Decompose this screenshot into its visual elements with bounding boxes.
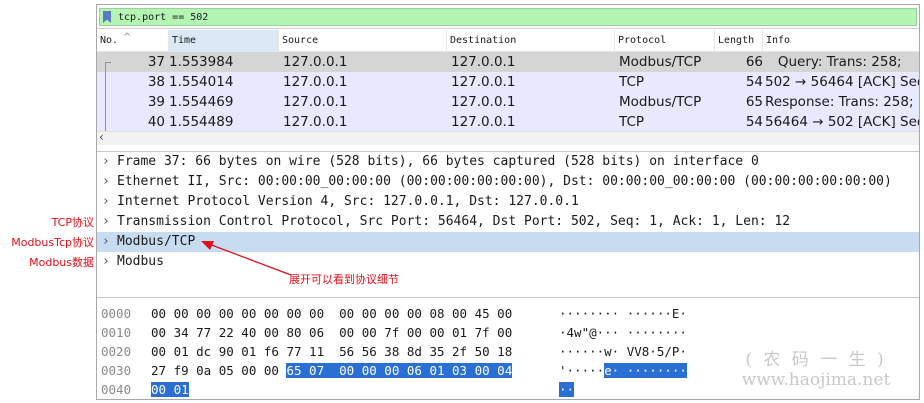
hex-ascii: '·····e· ········ (559, 363, 687, 378)
hex-bytes: 00 34 77 22 40 00 80 06 00 00 7f 00 00 0… (151, 325, 513, 340)
col-source[interactable]: Source (279, 30, 447, 52)
packet-info: Response: Trans: 258; (765, 94, 914, 110)
hex-ascii: ·4w"@··· ········ (559, 325, 687, 340)
label-tcp-protocol: TCP协议 (51, 216, 94, 229)
annotation-text: 展开可以看到协议细节 (289, 273, 399, 286)
detail-ip-row[interactable]: › Internet Protocol Version 4, Src: 127.… (97, 192, 919, 212)
packet-list-header: No. ^ Time Source Destination Protocol L… (97, 30, 919, 52)
packet-info: 502 → 56464 [ACK] Seq (765, 74, 919, 90)
packet-no: 39 (147, 94, 165, 110)
col-time[interactable]: Time (169, 30, 279, 52)
packet-row[interactable]: 37 1.553984 127.0.0.1 127.0.0.1 Modbus/T… (97, 52, 919, 72)
packet-row[interactable]: 39 1.554469 127.0.0.1 127.0.0.1 Modbus/T… (97, 92, 919, 112)
col-no[interactable]: No. ^ (97, 30, 169, 52)
hex-ascii: ······w· VV8·5/P· (559, 344, 687, 359)
packet-length: 66 (745, 54, 763, 70)
packet-row[interactable]: 40 1.554489 127.0.0.1 127.0.0.1 TCP 54 5… (97, 112, 919, 132)
detail-ethernet-row[interactable]: › Ethernet II, Src: 00:00:00_00:00:00 (0… (97, 172, 919, 192)
hex-row[interactable]: 0000 00 00 00 00 00 00 00 00 00 00 00 00… (97, 304, 919, 323)
packet-no: 38 (147, 74, 165, 90)
chevron-right-icon[interactable]: › (99, 192, 113, 212)
hex-offset: 0000 (101, 306, 132, 321)
hex-bytes: 00 01 (151, 382, 189, 397)
hex-offset: 0010 (101, 325, 132, 340)
packet-protocol: Modbus/TCP (619, 54, 702, 70)
watermark-url: www.haojima.net (741, 370, 891, 390)
annotation-arrow (201, 241, 292, 276)
packet-destination: 127.0.0.1 (451, 94, 516, 110)
bookmark-icon[interactable] (103, 11, 111, 23)
col-info[interactable]: Info (763, 30, 919, 52)
packet-no: 40 (147, 114, 165, 130)
packet-length: 54 (745, 74, 763, 90)
packet-destination: 127.0.0.1 (451, 54, 516, 70)
sort-ascending-icon: ^ (123, 32, 132, 43)
display-filter-bar (97, 5, 919, 29)
col-length[interactable]: Length (715, 30, 763, 52)
hex-bytes: 00 00 00 00 00 00 00 00 00 00 00 00 08 0… (151, 306, 513, 321)
display-filter-box (99, 8, 917, 26)
chevron-left-icon[interactable]: ‹ (99, 130, 104, 144)
annotation-arrow-line (208, 243, 292, 276)
detail-frame-row[interactable]: › Frame 37: 66 bytes on wire (528 bits),… (97, 152, 919, 172)
packet-source: 127.0.0.1 (283, 54, 348, 70)
hex-ascii: ········ ······E· (559, 306, 687, 321)
watermark: ( 农 码 一 生 ) www.haojima.net (723, 345, 909, 390)
chevron-right-icon[interactable]: › (99, 172, 113, 192)
packet-protocol: TCP (619, 114, 645, 130)
hex-offset: 0040 (101, 382, 132, 397)
chevron-right-icon[interactable]: › (99, 152, 113, 172)
hex-bytes: 27 f9 0a 05 00 00 65 07 00 00 00 06 01 0… (151, 363, 513, 378)
packet-length: 65 (745, 94, 763, 110)
packet-destination: 127.0.0.1 (451, 114, 516, 130)
packet-length: 54 (745, 114, 763, 130)
label-modbustcp-protocol: ModbusTcp协议 (11, 236, 94, 249)
packet-time: 1.554469 (169, 94, 234, 110)
conversation-bracket-tick (105, 62, 111, 63)
packet-source: 127.0.0.1 (283, 94, 348, 110)
horizontal-scrollbar[interactable]: ‹ (97, 130, 919, 145)
hex-offset: 0020 (101, 344, 132, 359)
chevron-right-icon[interactable]: › (99, 212, 113, 232)
packet-row[interactable]: 38 1.554014 127.0.0.1 127.0.0.1 TCP 54 5… (97, 72, 919, 92)
hex-ascii: ·· (559, 382, 575, 397)
display-filter-input[interactable] (118, 10, 898, 24)
packet-info: Query: Trans: 258; (765, 54, 902, 70)
packet-list: No. ^ Time Source Destination Protocol L… (97, 30, 919, 146)
detail-tcp-row[interactable]: › Transmission Control Protocol, Src Por… (97, 212, 919, 232)
packet-info: 56464 → 502 [ACK] Seq (765, 114, 919, 130)
col-protocol[interactable]: Protocol (615, 30, 715, 52)
hex-offset: 0030 (101, 363, 132, 378)
hex-bytes: 00 01 dc 90 01 f6 77 11 56 56 38 8d 35 2… (151, 344, 513, 359)
packet-destination: 127.0.0.1 (451, 74, 516, 90)
packet-time: 1.554489 (169, 114, 234, 130)
packet-protocol: TCP (619, 74, 645, 90)
packet-time: 1.554014 (169, 74, 234, 90)
col-destination[interactable]: Destination (447, 30, 615, 52)
packet-source: 127.0.0.1 (283, 74, 348, 90)
side-annotation-labels: TCP协议 ModbusTcp协议 Modbus数据 (0, 0, 96, 403)
packet-protocol: Modbus/TCP (619, 94, 702, 110)
watermark-chinese: ( 农 码 一 生 ) (745, 350, 887, 370)
hex-row[interactable]: 0010 00 34 77 22 40 00 80 06 00 00 7f 00… (97, 323, 919, 342)
wireshark-window: No. ^ Time Source Destination Protocol L… (96, 4, 920, 400)
chevron-right-icon[interactable]: › (99, 232, 113, 252)
packet-source: 127.0.0.1 (283, 114, 348, 130)
packet-time: 1.553984 (169, 54, 234, 70)
conversation-bracket (105, 62, 106, 132)
chevron-right-icon[interactable]: › (99, 252, 113, 272)
label-modbus-data: Modbus数据 (29, 256, 94, 269)
